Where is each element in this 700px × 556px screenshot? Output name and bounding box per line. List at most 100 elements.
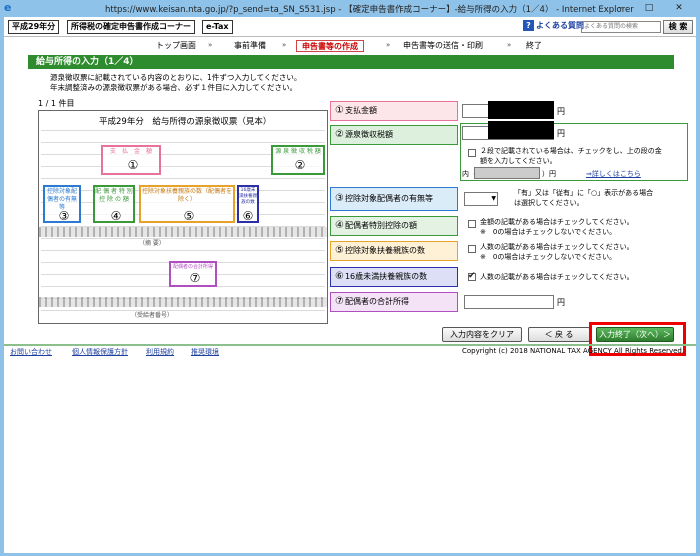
intro-text: 源泉徴収票に記載されている内容のとおりに、1件ずつ入力してください。 年末調整済… xyxy=(50,73,301,93)
unit-yen: 円 xyxy=(557,107,565,116)
step-prep: 事前準備 xyxy=(234,41,266,50)
slip-sub-1: （摘 要） xyxy=(139,240,165,247)
field-label-spouse-income: ⑦配偶者の合計所得 xyxy=(330,292,458,312)
step-arrow: » xyxy=(507,41,512,49)
year-tag: 平成29年分 xyxy=(8,20,60,34)
blank-area xyxy=(4,359,696,553)
slip-box-1: 支 払 金 額 ① xyxy=(101,145,161,175)
field-label-text: 16歳未満扶養親族の数 xyxy=(344,272,428,281)
spouse-special-note-1: 金額の記載がある場合はチェックしてください。 xyxy=(480,218,634,226)
field-num: ⑤ xyxy=(335,245,344,256)
step-arrow: » xyxy=(208,41,213,49)
spouse-note-1: 「有」又は「従有」に「○」表示がある場合 xyxy=(514,189,654,197)
record-count: 1 / 1 件目 xyxy=(38,99,75,108)
slip-box-2-label: 源 泉 徴 収 税 額 xyxy=(275,148,321,155)
field-label-payment: ①支払金額 xyxy=(330,101,458,121)
question-icon: ? xyxy=(523,20,534,31)
footer-link-privacy[interactable]: 個人情報保護方針 xyxy=(72,347,128,357)
page-content: 平成29年分 所得税の確定申告書作成コーナー e-Tax ? よくある質問 よくあ… xyxy=(4,17,696,553)
slip-box-7: 配偶者の合計所得 ⑦ xyxy=(169,261,217,287)
slip-box-4-label: 配 偶 者 特 別 控 除 の 額 xyxy=(95,188,133,203)
field-label-spouse: ③控除対象配偶者の有無等 xyxy=(330,187,458,211)
field-num: ② xyxy=(335,129,344,140)
faq-search-input[interactable]: よくある質問の検索 xyxy=(581,21,661,33)
spouse-special-note-2: ※ 0の場合はチェックしないでください。 xyxy=(480,228,617,236)
chevron-down-icon: ▼ xyxy=(491,195,496,202)
intro-line-1: 源泉徴収票に記載されている内容のとおりに、1件ずつ入力してください。 xyxy=(50,73,302,82)
dependents-note-1: 人数の記載がある場合はチェックしてください。 xyxy=(480,243,634,251)
slip-num-4: ④ xyxy=(110,209,122,223)
slip-num-5: ⑤ xyxy=(183,209,195,223)
field-num: ⑥ xyxy=(335,271,344,282)
step-arrow: » xyxy=(282,41,287,49)
field-label-dependents: ⑤控除対象扶養親族の数 xyxy=(330,241,458,261)
back-button[interactable]: ＜ 戻 る xyxy=(528,327,590,342)
window-title: https://www.keisan.nta.go.jp/?p_send=ta_… xyxy=(105,5,634,15)
field-num: ③ xyxy=(335,193,344,204)
field-label-text: 配偶者特別控除の額 xyxy=(344,221,417,230)
footer-link-env[interactable]: 推奨環境 xyxy=(191,347,219,357)
field-num: ⑦ xyxy=(335,296,344,307)
spouse-note-2: は選択してください。 xyxy=(514,199,584,207)
footer-link-terms[interactable]: 利用規約 xyxy=(146,347,174,357)
clear-button[interactable]: 入力内容をクリア xyxy=(442,327,522,342)
unit-yen: 円 xyxy=(557,129,565,138)
two-tier-note-1: ２段で記載されている場合は、チェックをし、上の段の金 xyxy=(480,147,662,155)
slip-box-7-label: 配偶者の合計所得 xyxy=(172,264,213,270)
slip-num-3: ③ xyxy=(58,209,70,223)
field-label-under16: ⑥16歳未満扶養親族の数 xyxy=(330,267,458,287)
section-title: 給与所得の入力（1／4） xyxy=(28,55,674,69)
faq-label: よくある質問 xyxy=(536,21,584,30)
unit-yen: 円 xyxy=(557,298,565,307)
minimize-button[interactable]: – xyxy=(610,1,632,15)
slip-num-1: ① xyxy=(127,158,139,172)
slip-box-4: 配 偶 者 特 別 控 除 の 額 ④ xyxy=(93,185,135,223)
faq-link[interactable]: ? よくある質問 xyxy=(523,20,584,31)
field-label-text: 配偶者の合計所得 xyxy=(344,297,409,306)
slip-box-2: 源 泉 徴 収 税 額 ② xyxy=(271,145,325,175)
slip-cut-line xyxy=(39,297,327,307)
slip-box-6: 16歳未満扶養親族の数 ⑥ xyxy=(237,185,259,223)
slip-box-5: 控除対象扶養親族の数（配偶者を除く） ⑤ xyxy=(139,185,235,223)
title-bar: e https://www.keisan.nta.go.jp/?p_send=t… xyxy=(0,0,700,16)
step-navigation: トップ画面 » 事前準備 » 申告書等の作成 » 申告書等の送信・印刷 » 終了 xyxy=(4,38,696,54)
inner-amount-input[interactable] xyxy=(474,167,540,179)
slip-sub-2: （受給者番号） xyxy=(131,312,174,319)
step-finish: 終了 xyxy=(526,41,542,50)
slip-num-2: ② xyxy=(294,158,306,172)
step-create-active: 申告書等の作成 xyxy=(296,40,364,52)
dependents-checkbox[interactable] xyxy=(468,245,476,253)
copyright: Copyright (c) 2018 NATIONAL TAX AGENCY A… xyxy=(462,347,685,355)
etax-tag[interactable]: e-Tax xyxy=(202,20,233,34)
redacted-value xyxy=(488,121,554,139)
field-label-text: 源泉徴収税額 xyxy=(344,130,393,139)
spouse-income-input[interactable] xyxy=(464,295,554,309)
search-button[interactable]: 検 索 xyxy=(663,20,693,34)
step-arrow: » xyxy=(386,41,391,49)
maximize-button[interactable]: □ xyxy=(638,1,660,15)
spouse-select[interactable]: ▼ xyxy=(464,192,498,206)
details-link[interactable]: ⇒詳しくはこちら xyxy=(586,169,641,179)
close-button[interactable]: ✕ xyxy=(668,1,690,15)
step-top: トップ画面 xyxy=(156,41,196,50)
field-label-text: 支払金額 xyxy=(344,106,377,115)
spouse-special-checkbox[interactable] xyxy=(468,220,476,228)
ie-icon: e xyxy=(4,1,12,14)
field-label-withholding: ②源泉徴収税額 xyxy=(330,125,458,145)
site-header: 平成29年分 所得税の確定申告書作成コーナー e-Tax ? よくある質問 よくあ… xyxy=(4,17,696,37)
two-tier-checkbox[interactable] xyxy=(468,149,476,157)
field-label-spouse-special: ④配偶者特別控除の額 xyxy=(330,216,458,236)
footer-link-contact[interactable]: お問い合わせ xyxy=(10,347,52,357)
inner-unit: ）円 xyxy=(542,170,556,178)
checkmark-icon: ✔ xyxy=(468,271,476,281)
field-label-text: 控除対象配偶者の有無等 xyxy=(344,194,433,203)
field-num: ① xyxy=(335,105,344,116)
slip-title: 平成29年分 給与所得の源泉徴収票（見本） xyxy=(99,117,272,127)
slip-num-7: ⑦ xyxy=(189,271,201,285)
slip-box-5-label: 控除対象扶養親族の数（配偶者を除く） xyxy=(141,188,232,203)
field-label-text: 控除対象扶養親族の数 xyxy=(344,246,425,255)
field-num: ④ xyxy=(335,220,344,231)
slip-num-6: ⑥ xyxy=(242,209,254,223)
dependents-note-2: ※ 0の場合はチェックしないでください。 xyxy=(480,253,617,261)
withholding-slip-sample: 平成29年分 給与所得の源泉徴収票（見本） 支 払 金 額 ① 源 泉 徴 収 … xyxy=(38,110,328,324)
